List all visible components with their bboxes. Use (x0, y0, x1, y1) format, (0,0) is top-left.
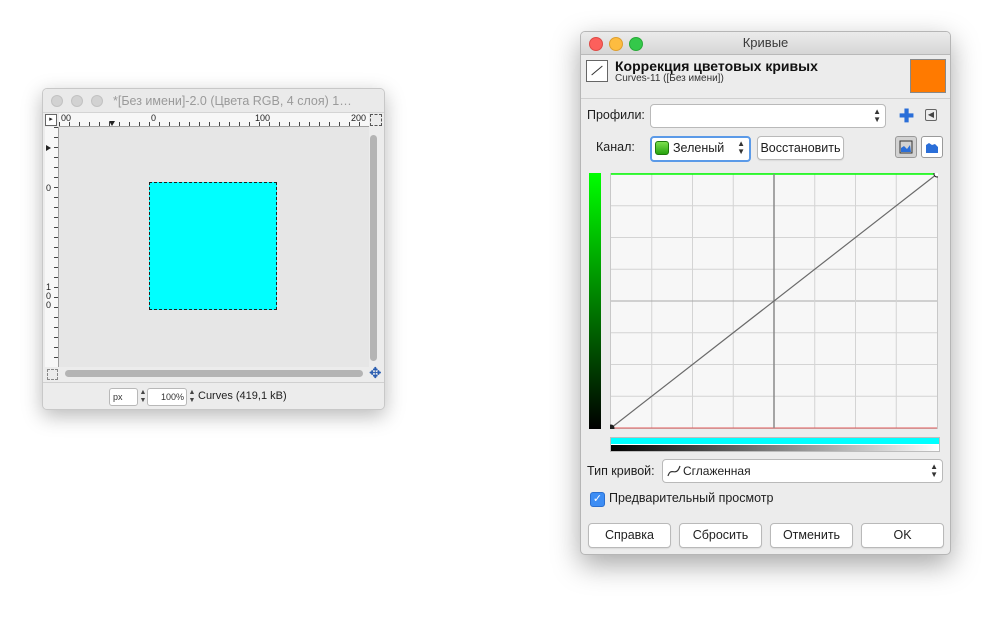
curves-dialog: Кривые Коррекция цветовых кривых Curves-… (580, 31, 951, 555)
linear-histogram-toggle[interactable] (895, 136, 917, 158)
curve-control-point[interactable] (610, 424, 615, 429)
curves-tool-icon (586, 60, 608, 82)
add-preset-icon[interactable]: ✚ (899, 107, 914, 125)
channel-gradient-bar (589, 173, 601, 429)
quick-mask-icon[interactable] (47, 369, 58, 380)
close-window-button[interactable] (51, 95, 63, 107)
cyan-strip (611, 438, 939, 444)
channel-label: Канал: (596, 140, 635, 154)
presets-combo[interactable]: ▲ ▼ (650, 104, 886, 128)
image-window: *[Без имени]-2.0 (Цвета RGB, 4 слоя) 1… … (42, 88, 385, 410)
zoom-window-button[interactable] (91, 95, 103, 107)
preset-menu-icon[interactable]: ◀ (925, 109, 937, 121)
zoom-value: 100% (160, 392, 184, 402)
cancel-button[interactable]: Отменить (770, 523, 853, 548)
channel-value: Зеленый (673, 141, 725, 155)
reset-button[interactable]: Сбросить (679, 523, 762, 548)
updown-arrows-icon: ▲ ▼ (873, 107, 881, 124)
smooth-curve-icon (667, 465, 681, 477)
unit-stepper-icon[interactable]: ▲ ▼ (139, 389, 147, 405)
curve-type-value: Сглаженная (683, 464, 751, 478)
ruler-v-label: 0 (46, 183, 52, 193)
zoom-window-button[interactable] (629, 37, 643, 51)
dialog-header-subtitle: Curves-11 ([Без имени]) (615, 73, 724, 84)
foreground-color-swatch (910, 59, 946, 93)
updown-arrows-icon: ▲ ▼ (930, 462, 938, 479)
close-window-button[interactable] (589, 37, 603, 51)
image-statusbar: px ▲ ▼ 100% ▲ ▼ Curves (419,1 kB) (43, 382, 384, 409)
ruler-menu-icon[interactable]: ▸ (45, 114, 57, 126)
minimize-window-button[interactable] (71, 95, 83, 107)
preview-label[interactable]: Предварительный просмотр (609, 491, 773, 505)
input-gradient-bar (610, 437, 940, 452)
zoom-to-fit-icon[interactable] (370, 114, 382, 126)
channel-combo[interactable]: Зеленый ▲ ▼ (650, 136, 751, 162)
curve-control-point[interactable] (933, 173, 938, 178)
zoom-stepper-icon[interactable]: ▲ ▼ (188, 389, 196, 405)
minimize-window-button[interactable] (609, 37, 623, 51)
linear-histogram-icon (899, 140, 913, 154)
gray-gradient-strip (611, 445, 939, 451)
green-channel-icon (655, 141, 669, 155)
image-window-titlebar[interactable]: *[Без имени]-2.0 (Цвета RGB, 4 слоя) 1… (43, 89, 384, 113)
image-window-title: *[Без имени]-2.0 (Цвета RGB, 4 слоя) 1… (113, 94, 352, 108)
curve-type-label: Тип кривой: (587, 464, 655, 478)
log-histogram-toggle[interactable] (921, 136, 943, 158)
reset-channel-button[interactable]: Восстановить (757, 136, 844, 160)
zoom-selector[interactable]: 100% ▲ ▼ (147, 388, 195, 406)
curve-type-combo[interactable]: Сглаженная ▲ ▼ (662, 459, 943, 483)
header-separator (581, 98, 950, 99)
log-histogram-icon (926, 143, 938, 153)
horizontal-ruler[interactable]: 00 0 100 200 (59, 113, 369, 127)
horizontal-scrollbar[interactable] (65, 370, 363, 377)
pointer-marker-icon (109, 121, 115, 126)
help-button[interactable]: Справка (588, 523, 671, 548)
presets-label: Профили: (587, 108, 645, 122)
status-text: Curves (419,1 kB) (198, 390, 287, 402)
cyan-layer-selection[interactable] (149, 182, 277, 310)
navigate-icon[interactable]: ✥ (369, 366, 382, 381)
ruler-ticks (54, 127, 58, 367)
preview-checkbox[interactable]: ✓ (590, 492, 605, 507)
image-canvas[interactable] (59, 127, 369, 367)
vertical-scrollbar[interactable] (370, 135, 377, 361)
curve-graph[interactable] (610, 173, 938, 429)
ruler-ticks (59, 122, 369, 126)
dialog-header-title: Коррекция цветовых кривых (615, 58, 818, 74)
curves-dialog-titlebar[interactable]: Кривые (581, 32, 950, 55)
ruler-v-label: 0 (46, 300, 52, 310)
pointer-marker-icon (46, 145, 51, 151)
vertical-ruler[interactable]: 0 1 0 0 (45, 127, 59, 367)
unit-selector[interactable]: px ▲ ▼ (109, 388, 146, 406)
unit-value: px (113, 392, 123, 402)
updown-arrows-icon: ▲ ▼ (737, 139, 745, 156)
ok-button[interactable]: OK (861, 523, 944, 548)
